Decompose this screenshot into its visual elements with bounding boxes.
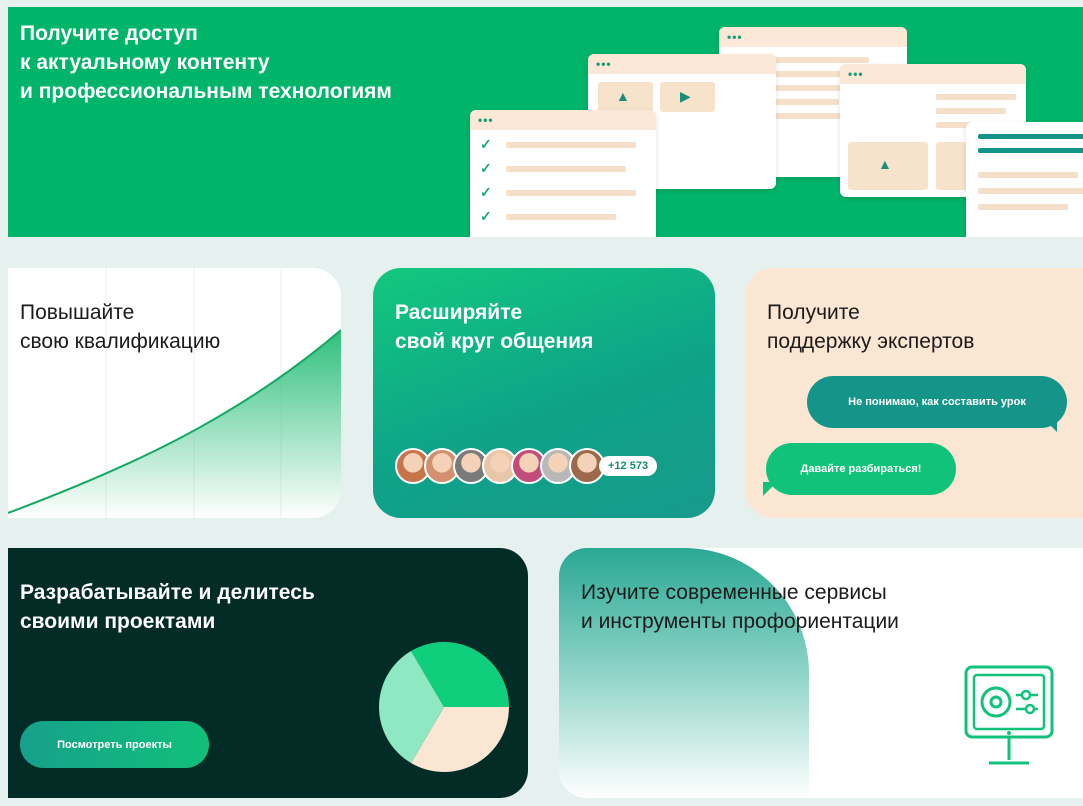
check-icon: ✓ [480,136,492,152]
illustration-window: ••• ✓ ✓ ✓ ✓ [470,110,656,237]
hero-title-line: к актуальному контенту [20,51,270,74]
window-dots: ••• [596,57,612,71]
qualification-card[interactable]: Повышайте свою квалификацию [8,268,341,518]
pie-chart-icon [379,642,509,772]
image-icon: ▲ [878,156,892,172]
services-card[interactable]: Изучите современные сервисы и инструмент… [559,548,1083,798]
member-count-badge: +12 573 [599,456,658,476]
monitor-settings-icon [964,665,1054,765]
projects-title-line: своими проектами [20,610,216,633]
check-icon: ✓ [480,160,492,176]
hero-title-line: Получите доступ [20,22,198,45]
services-title-line: Изучите современные сервисы [581,581,887,604]
image-icon: ▲ [616,88,630,104]
chat-bubble-answer: Давайте разбираться! [766,443,956,495]
network-title: Расширяйте свой круг общения [395,298,593,356]
experts-title-line: Получите [767,301,860,324]
experts-title: Получите поддержку экспертов [767,298,974,356]
chat-bubble-tail [763,482,777,496]
services-title: Изучите современные сервисы и инструмент… [581,578,899,636]
qualification-title-line: свою квалификацию [20,330,221,353]
qualification-title-line: Повышайте [20,301,135,324]
network-title-line: свой круг общения [395,330,594,353]
window-dots: ••• [727,30,743,44]
hero-title-line: и профессиональным технологиям [20,80,392,103]
network-title-line: Расширяйте [395,301,523,324]
avatar-group: +12 573 [395,448,658,484]
services-title-line: и инструменты профориентации [581,610,899,633]
experts-card[interactable]: Получите поддержку экспертов Не понимаю,… [745,268,1083,518]
projects-title-line: Разрабатывайте и делитесь [20,581,315,604]
window-dots: ••• [478,113,494,127]
chat-bubble-tail [1043,418,1057,432]
chat-bubble-question: Не понимаю, как составить урок [807,376,1067,428]
play-icon: ▶ [680,88,691,104]
hero-banner: Получите доступ к актуальному контенту и… [8,7,1083,237]
check-icon: ✓ [480,208,492,224]
qualification-title: Повышайте свою квалификацию [20,298,220,356]
experts-title-line: поддержку экспертов [767,330,975,353]
view-projects-button[interactable]: Посмотреть проекты [20,721,209,768]
projects-title: Разрабатывайте и делитесь своими проекта… [20,578,315,636]
network-card[interactable]: Расширяйте свой круг общения +12 573 [373,268,715,518]
projects-card[interactable]: Разрабатывайте и делитесь своими проекта… [8,548,528,798]
illustration-window [966,122,1083,237]
hero-title: Получите доступ к актуальному контенту и… [20,19,392,106]
check-icon: ✓ [480,184,492,200]
window-dots: ••• [848,67,864,81]
